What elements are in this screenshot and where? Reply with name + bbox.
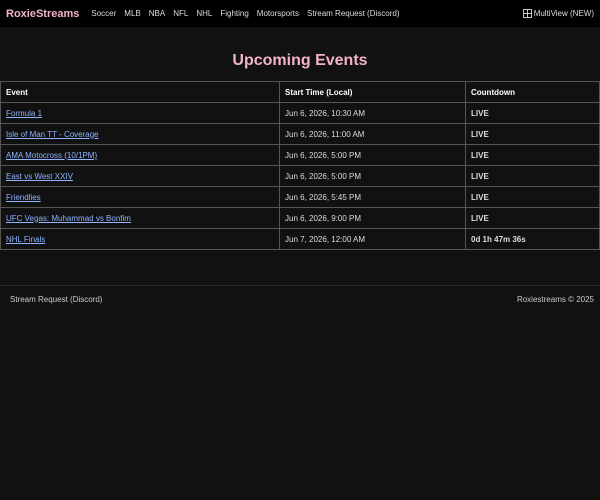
event-link[interactable]: Formula 1: [6, 109, 42, 118]
start-time-cell: Jun 6, 2026, 5:00 PM: [279, 144, 466, 166]
countdown-cell: LIVE: [465, 123, 600, 145]
event-link[interactable]: AMA Motocross (10/1PM): [6, 151, 97, 160]
column-header-countdown: Countdown: [465, 81, 600, 103]
countdown-cell: LIVE: [465, 207, 600, 229]
event-cell: Isle of Man TT - Coverage: [0, 123, 280, 145]
multiview-link[interactable]: MultiView (NEW): [522, 9, 594, 18]
footer-stream-request-link[interactable]: Stream Request (Discord): [10, 295, 102, 304]
grid-icon: [522, 9, 532, 18]
nav-item-nfl[interactable]: NFL: [173, 9, 188, 18]
top-navbar: RoxieStreams Soccer MLB NBA NFL NHL Figh…: [0, 0, 600, 27]
table-row: East vs West XXIV Jun 6, 2026, 5:00 PM L…: [0, 165, 600, 187]
start-time-cell: Jun 6, 2026, 11:00 AM: [279, 123, 466, 145]
nav-item-stream-request[interactable]: Stream Request (Discord): [307, 9, 399, 18]
nav-item-nhl[interactable]: NHL: [196, 9, 212, 18]
event-cell: Friendlies: [0, 186, 280, 208]
event-link[interactable]: Friendlies: [6, 193, 41, 202]
table-row: NHL Finals Jun 7, 2026, 12:00 AM 0d 1h 4…: [0, 228, 600, 250]
page-title: Upcoming Events: [232, 52, 368, 69]
event-link[interactable]: East vs West XXIV: [6, 172, 73, 181]
table-row: UFC Vegas: Muhammad vs Bonfim Jun 6, 202…: [0, 207, 600, 229]
column-header-start-time: Start Time (Local): [279, 81, 466, 103]
event-cell: Formula 1: [0, 102, 280, 124]
event-link[interactable]: NHL Finals: [6, 235, 45, 244]
footer-copyright: Roxiestreams © 2025: [516, 295, 594, 304]
countdown-cell: 0d 1h 47m 36s: [465, 228, 600, 250]
start-time-cell: Jun 6, 2026, 9:00 PM: [279, 207, 466, 229]
event-cell: UFC Vegas: Muhammad vs Bonfim: [0, 207, 280, 229]
nav-item-soccer[interactable]: Soccer: [91, 9, 116, 18]
brand-logo-link[interactable]: RoxieStreams: [6, 8, 79, 20]
nav-item-motorsports[interactable]: Motorsports: [257, 9, 299, 18]
event-cell: East vs West XXIV: [0, 165, 280, 187]
countdown-cell: LIVE: [465, 144, 600, 166]
event-link[interactable]: UFC Vegas: Muhammad vs Bonfim: [6, 214, 131, 223]
countdown-cell: LIVE: [465, 186, 600, 208]
events-table: Event Start Time (Local) Countdown Formu…: [0, 81, 600, 250]
nav-item-fighting[interactable]: Fighting: [220, 9, 248, 18]
start-time-cell: Jun 6, 2026, 10:30 AM: [279, 102, 466, 124]
event-cell: AMA Motocross (10/1PM): [0, 144, 280, 166]
nav-item-nba[interactable]: NBA: [149, 9, 165, 18]
column-header-event: Event: [0, 81, 280, 103]
table-header-row: Event Start Time (Local) Countdown: [0, 81, 600, 103]
start-time-cell: Jun 6, 2026, 5:00 PM: [279, 165, 466, 187]
event-link[interactable]: Isle of Man TT - Coverage: [6, 130, 99, 139]
table-row: Friendlies Jun 6, 2026, 5:45 PM LIVE: [0, 186, 600, 208]
table-row: AMA Motocross (10/1PM) Jun 6, 2026, 5:00…: [0, 144, 600, 166]
event-cell: NHL Finals: [0, 228, 280, 250]
nav-item-mlb[interactable]: MLB: [124, 9, 140, 18]
countdown-cell: LIVE: [465, 165, 600, 187]
table-row: Formula 1 Jun 6, 2026, 10:30 AM LIVE: [0, 102, 600, 124]
start-time-cell: Jun 6, 2026, 5:45 PM: [279, 186, 466, 208]
table-row: Isle of Man TT - Coverage Jun 6, 2026, 1…: [0, 123, 600, 145]
start-time-cell: Jun 7, 2026, 12:00 AM: [279, 228, 466, 250]
footer-divider: [0, 285, 600, 286]
countdown-cell: LIVE: [465, 102, 600, 124]
multiview-label: MultiView (NEW): [533, 9, 594, 18]
